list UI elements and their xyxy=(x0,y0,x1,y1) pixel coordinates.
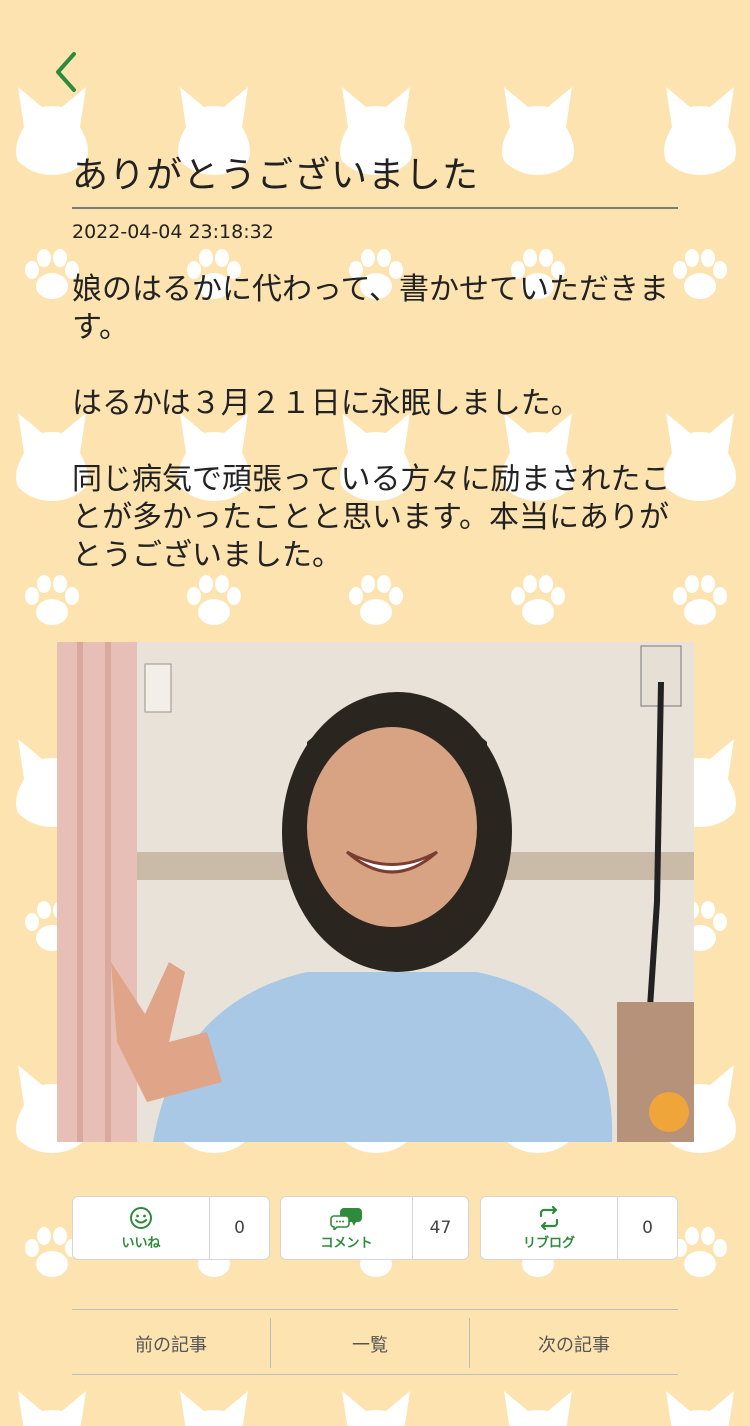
nav-top-divider xyxy=(72,1309,678,1310)
like-button-label-area: いいね xyxy=(73,1197,210,1259)
next-article-link[interactable]: 次の記事 xyxy=(470,1320,678,1368)
article-paragraph: はるかは３月２１日に永眠しました。 xyxy=(72,386,581,421)
reblog-button[interactable]: リブログ 0 xyxy=(480,1196,678,1260)
article-date: 2022-04-04 23:18:32 xyxy=(72,221,274,243)
reblog-label: リブログ xyxy=(522,1235,575,1251)
comment-label: コメント xyxy=(320,1235,373,1251)
article-paragraph: 娘のはるかに代わって、書かせていただきます。 xyxy=(72,272,669,345)
comment-button[interactable]: コメント 47 xyxy=(280,1196,469,1260)
prev-article-link[interactable]: 前の記事 xyxy=(72,1320,270,1368)
like-button[interactable]: いいね 0 xyxy=(72,1196,270,1260)
article-list-link[interactable]: 一覧 xyxy=(271,1320,469,1368)
reblog-button-label-area: リブログ xyxy=(481,1197,618,1259)
nav-bottom-divider xyxy=(72,1374,678,1375)
article-title: ありがとうございました xyxy=(72,155,480,196)
speech-bubble-icon xyxy=(329,1207,362,1230)
article-paragraph: 同じ病気で頑張っている方々に励まされたことが多かったことと思います。本当にありが… xyxy=(72,462,671,573)
reblog-icon xyxy=(539,1205,559,1230)
chevron-left-icon xyxy=(56,52,76,92)
like-count: 0 xyxy=(234,1218,245,1238)
article-photo[interactable] xyxy=(57,642,694,1142)
comment-button-label-area: コメント xyxy=(281,1197,413,1259)
title-divider xyxy=(72,207,678,209)
comment-count: 47 xyxy=(429,1218,452,1238)
reblog-count: 0 xyxy=(642,1218,653,1238)
like-label: いいね xyxy=(121,1235,161,1251)
back-button[interactable] xyxy=(52,50,86,94)
article-body: 娘のはるかに代わって、書かせていただきます。 はるかは３月２１日に永眠しました。… xyxy=(72,271,678,575)
smiley-icon xyxy=(130,1206,152,1229)
